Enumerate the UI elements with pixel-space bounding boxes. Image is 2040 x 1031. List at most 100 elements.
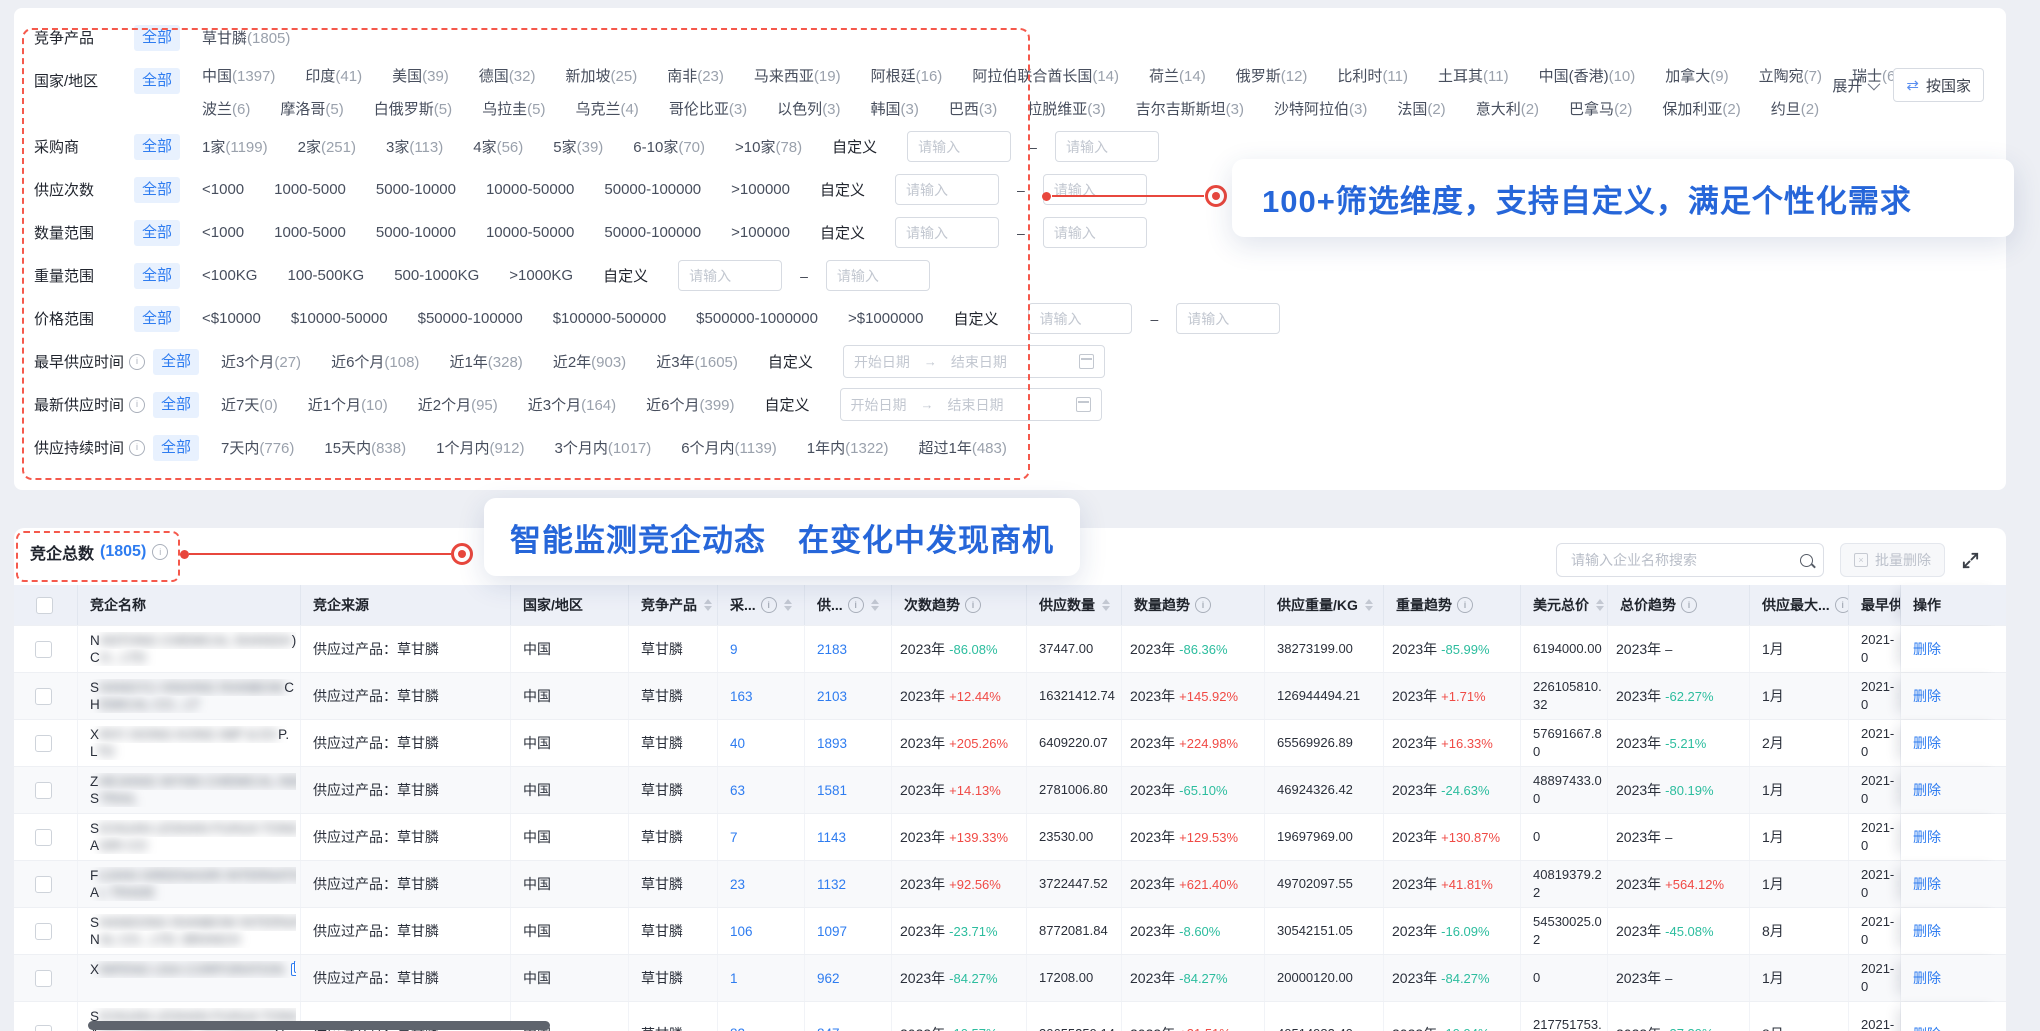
supply-count-link[interactable]: 1581 xyxy=(817,783,847,798)
row-checkbox[interactable] xyxy=(35,1025,52,1031)
filter-option[interactable]: $500000-1000000 xyxy=(696,310,818,327)
calendar-icon[interactable] xyxy=(1079,354,1094,369)
country-option[interactable]: 韩国(3) xyxy=(871,98,919,119)
filter-option[interactable]: >10家(78) xyxy=(735,136,802,157)
filter-option[interactable]: $50000-100000 xyxy=(418,310,523,327)
filter-option[interactable]: 1000-5000 xyxy=(274,181,346,198)
column-header-6[interactable]: 供...i xyxy=(805,585,892,625)
row-checkbox[interactable] xyxy=(35,876,52,893)
supply-count-link[interactable]: 1097 xyxy=(817,924,847,939)
country-option[interactable]: 马来西亚(19) xyxy=(754,65,841,86)
filter-option[interactable]: 近1个月(10) xyxy=(308,394,388,415)
country-option[interactable]: 印度(41) xyxy=(305,65,362,86)
info-icon[interactable]: i xyxy=(965,597,981,613)
filter-option[interactable]: 近3个月(164) xyxy=(528,394,616,415)
filter-option[interactable]: 1年内(1322) xyxy=(807,437,889,458)
filter-option[interactable]: >1000KG xyxy=(509,267,573,284)
supply-count-link[interactable]: 2103 xyxy=(817,689,847,704)
custom-label[interactable]: 自定义 xyxy=(832,136,877,157)
filter-option[interactable]: 超过1年(483) xyxy=(919,437,1007,458)
country-option[interactable]: 哥伦比亚(3) xyxy=(669,98,747,119)
info-icon[interactable]: i xyxy=(1457,597,1473,613)
horizontal-scrollbar[interactable] xyxy=(88,1021,550,1030)
supply-count-link[interactable]: 962 xyxy=(817,971,840,986)
country-option[interactable]: 以色列(3) xyxy=(777,98,840,119)
filter-all-tag[interactable]: 全部 xyxy=(134,68,180,94)
filter-option[interactable]: 10000-50000 xyxy=(486,224,574,241)
supply-count-link[interactable]: 1143 xyxy=(817,830,846,845)
country-option[interactable]: 乌拉圭(5) xyxy=(482,98,545,119)
country-option[interactable]: 保加利亚(2) xyxy=(1662,98,1740,119)
country-option[interactable]: 德国(32) xyxy=(479,65,536,86)
filter-all-tag[interactable]: 全部 xyxy=(134,263,180,289)
buyers-count-link[interactable]: 63 xyxy=(730,783,745,798)
country-option[interactable]: 中国(1397) xyxy=(202,65,275,86)
info-icon[interactable]: i xyxy=(1835,597,1849,613)
country-option[interactable]: 中国(香港)(10) xyxy=(1539,65,1636,86)
buyers-count-link[interactable]: 1 xyxy=(730,971,738,986)
info-icon[interactable]: i xyxy=(761,597,777,613)
by-country-button[interactable]: ⇄ 按国家 xyxy=(1893,68,1984,102)
custom-label[interactable]: 自定义 xyxy=(765,394,810,415)
filter-all-tag[interactable]: 全部 xyxy=(134,134,180,160)
column-header-10[interactable]: 供应重量/KG xyxy=(1265,585,1384,625)
filter-option[interactable]: 近3年(1605) xyxy=(656,351,738,372)
sort-icon[interactable] xyxy=(784,599,792,611)
custom-label[interactable]: 自定义 xyxy=(953,308,998,329)
filter-option[interactable]: 6个月内(1139) xyxy=(681,437,777,458)
country-option[interactable]: 法国(2) xyxy=(1397,98,1445,119)
custom-range-input[interactable]: 请输入 xyxy=(895,174,999,205)
filter-option[interactable]: 4家(56) xyxy=(473,136,523,157)
supply-count-link[interactable]: 1132 xyxy=(817,877,846,892)
custom-range-input[interactable]: 请输入 xyxy=(1028,303,1132,334)
info-icon[interactable]: i xyxy=(129,397,145,413)
row-checkbox[interactable] xyxy=(35,688,52,705)
country-option[interactable]: 美国(39) xyxy=(392,65,449,86)
country-option[interactable]: 俄罗斯(12) xyxy=(1236,65,1308,86)
sort-icon[interactable] xyxy=(704,599,712,611)
buyers-count-link[interactable]: 82 xyxy=(730,1026,745,1031)
country-option[interactable]: 拉脱维亚(3) xyxy=(1027,98,1105,119)
filter-option[interactable]: 50000-100000 xyxy=(604,181,701,198)
filter-option[interactable]: <$10000 xyxy=(202,310,261,327)
row-checkbox[interactable] xyxy=(35,735,52,752)
custom-range-input[interactable]: 请输入 xyxy=(1043,174,1147,205)
delete-link[interactable]: 删除 xyxy=(1913,1024,1941,1031)
filter-option[interactable]: 100-500KG xyxy=(287,267,364,284)
buyers-count-link[interactable]: 9 xyxy=(730,642,738,657)
country-option[interactable]: 约旦(2) xyxy=(1771,98,1819,119)
fullscreen-icon[interactable] xyxy=(1961,551,1980,570)
filter-option[interactable]: $10000-50000 xyxy=(291,310,388,327)
filter-option[interactable]: 草甘膦(1805) xyxy=(202,27,290,48)
country-option[interactable]: 巴西(3) xyxy=(949,98,997,119)
custom-range-input[interactable]: 请输入 xyxy=(1043,217,1147,248)
filter-option[interactable]: 50000-100000 xyxy=(604,224,701,241)
country-option[interactable]: 比利时(11) xyxy=(1337,65,1408,86)
filter-all-tag[interactable]: 全部 xyxy=(134,177,180,203)
custom-range-input[interactable]: 请输入 xyxy=(907,131,1011,162)
delete-link[interactable]: 删除 xyxy=(1913,733,1941,753)
country-option[interactable]: 加拿大(9) xyxy=(1665,65,1728,86)
filter-option[interactable]: 5家(39) xyxy=(553,136,603,157)
filter-option[interactable]: 5000-10000 xyxy=(376,181,456,198)
filter-option[interactable]: 7天内(776) xyxy=(221,437,294,458)
filter-all-tag[interactable]: 全部 xyxy=(153,435,199,461)
delete-link[interactable]: 删除 xyxy=(1913,827,1941,847)
column-header-0[interactable] xyxy=(14,585,78,625)
sort-icon[interactable] xyxy=(1102,599,1110,611)
country-option[interactable]: 新加坡(25) xyxy=(566,65,638,86)
row-checkbox[interactable] xyxy=(35,923,52,940)
row-checkbox[interactable] xyxy=(35,970,52,987)
buyers-count-link[interactable]: 40 xyxy=(730,736,745,751)
country-option[interactable]: 立陶宛(7) xyxy=(1759,65,1822,86)
row-checkbox[interactable] xyxy=(35,641,52,658)
filter-option[interactable]: 1家(1199) xyxy=(202,136,268,157)
info-icon[interactable]: i xyxy=(848,597,864,613)
buyers-count-link[interactable]: 163 xyxy=(730,689,753,704)
supply-count-link[interactable]: 1893 xyxy=(817,736,847,751)
filter-option[interactable]: >100000 xyxy=(731,181,790,198)
filter-option[interactable]: >$1000000 xyxy=(848,310,924,327)
info-icon[interactable]: i xyxy=(1195,597,1211,613)
country-option[interactable]: 意大利(2) xyxy=(1476,98,1539,119)
filter-all-tag[interactable]: 全部 xyxy=(134,25,180,51)
